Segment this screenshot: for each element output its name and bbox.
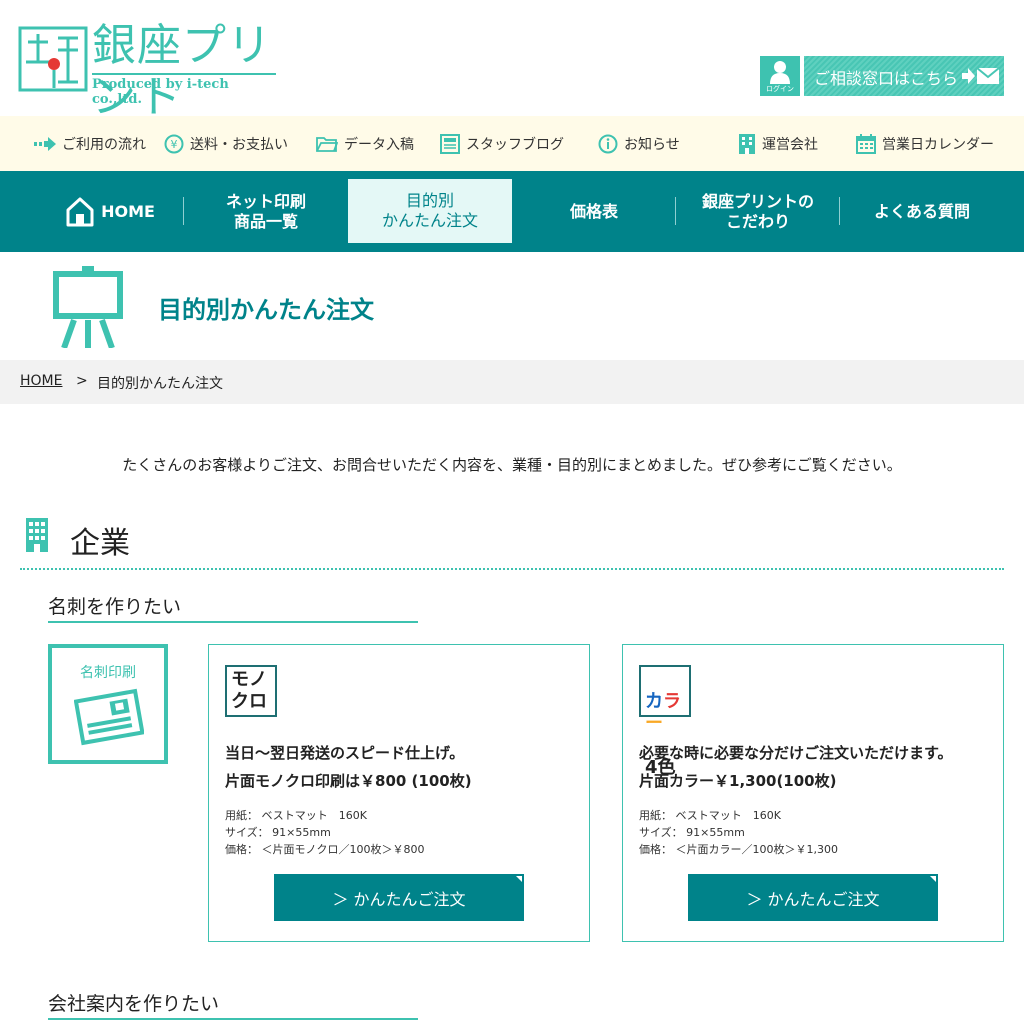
easel-icon xyxy=(53,266,123,348)
nav-label: 価格表 xyxy=(569,201,618,221)
intro-text: たくさんのお客様よりご注文、お問合せいただく内容を、業種・目的別にまとめました。… xyxy=(122,456,902,474)
subsection-title: 会社案内を作りたい xyxy=(48,993,220,1015)
product-headline-line1: 必要な時に必要な分だけご注文いただけます。 xyxy=(639,744,953,762)
utility-nav: ご利用の流れ ¥ 送料・お支払い データ入稿 スタッフブログ お知らせ 運営会社… xyxy=(0,116,1024,172)
breadcrumb-separator: > xyxy=(76,373,88,389)
subnav-label: 営業日カレンダー xyxy=(882,137,994,153)
spec-price: 価格： ＜片面カラー／100枚＞￥1,300 xyxy=(639,843,838,856)
badge-colored-text: カラー xyxy=(645,691,681,734)
user-icon xyxy=(770,61,790,84)
badge-text: モノ クロ xyxy=(231,669,267,712)
logo-text: 銀座プリント xyxy=(92,20,272,123)
subnav-label: お知らせ xyxy=(624,137,680,153)
nav-faq[interactable]: よくある質問 xyxy=(842,171,1002,252)
consult-label: ご相談窓口はこちら xyxy=(814,69,959,88)
subnav-item-news[interactable]: お知らせ xyxy=(598,133,680,155)
subsection-underline xyxy=(48,621,418,623)
spec-paper: 用紙： ベストマット 160K xyxy=(639,809,781,822)
product-card-color: カラー 4色 必要な時に必要な分だけご注文いただけます。 片面カラー￥1,300… xyxy=(622,644,1004,942)
page-title: 目的別かんたん注文 xyxy=(158,296,374,324)
mono-badge: モノ クロ xyxy=(225,665,277,717)
yen-coin-icon: ¥ xyxy=(164,134,184,154)
nav-home[interactable]: HOME xyxy=(40,171,180,252)
subnav-label: 送料・お支払い xyxy=(190,137,288,153)
nav-commitment[interactable]: 銀座プリントの こだわり xyxy=(678,171,838,252)
calendar-icon xyxy=(856,134,876,154)
nav-label: ネット印刷 商品一覧 xyxy=(225,191,306,231)
subnav-item-data[interactable]: データ入稿 xyxy=(316,133,414,155)
subnav-item-blog[interactable]: スタッフブログ xyxy=(440,133,564,155)
svg-text:¥: ¥ xyxy=(171,138,178,151)
product-headline-line2: 片面モノクロ印刷は￥800 (100枚) xyxy=(225,772,472,790)
breadcrumb-home-link[interactable]: HOME xyxy=(20,373,62,389)
subnav-item-calendar[interactable]: 営業日カレンダー xyxy=(856,133,994,155)
product-specs: 用紙： ベストマット 160K サイズ： 91×55mm 価格： ＜片面モノクロ… xyxy=(225,807,425,858)
corner-mark xyxy=(930,876,936,882)
product-headline-line2: 片面カラー￥1,300(100枚) xyxy=(639,772,837,790)
nav-purpose-order[interactable]: 目的別 かんたん注文 xyxy=(348,179,512,243)
nav-label: HOME xyxy=(101,201,155,221)
home-icon xyxy=(66,197,94,226)
product-headline: 当日～翌日発送のスピード仕上げ。 片面モノクロ印刷は￥800 (100枚) xyxy=(225,739,472,795)
product-card-mono: モノ クロ 当日～翌日発送のスピード仕上げ。 片面モノクロ印刷は￥800 (10… xyxy=(208,644,590,942)
nav-label: 目的別 かんたん注文 xyxy=(381,191,478,230)
spec-size: サイズ： 91×55mm xyxy=(225,826,331,839)
product-headline: 必要な時に必要な分だけご注文いただけます。 片面カラー￥1,300(100枚) xyxy=(639,739,953,795)
section-divider xyxy=(20,568,1004,570)
nav-divider xyxy=(183,197,184,225)
info-icon xyxy=(598,134,618,154)
corner-mark xyxy=(516,876,522,882)
arrow-mail-icon xyxy=(962,67,1000,84)
site-header: 銀座プリント Produced by i-tech co.,ltd. ログイン … xyxy=(0,0,1024,123)
building-icon xyxy=(739,134,755,154)
easy-order-button[interactable]: ＞ かんたんご注文 xyxy=(274,874,524,921)
nav-label: 銀座プリントの こだわり xyxy=(701,191,814,231)
login-button[interactable]: ログイン xyxy=(760,56,800,96)
nav-products[interactable]: ネット印刷 商品一覧 xyxy=(186,171,346,252)
order-button-label: ＞ かんたんご注文 xyxy=(746,889,880,909)
breadcrumb-current: 目的別かんたん注文 xyxy=(97,376,223,392)
subsection-title: 名刺を作りたい xyxy=(48,596,182,618)
subnav-label: ご利用の流れ xyxy=(62,137,146,153)
spec-size: サイズ： 91×55mm xyxy=(639,826,745,839)
color-badge: カラー 4色 xyxy=(639,665,691,778)
spec-paper: 用紙： ベストマット 160K xyxy=(225,809,367,822)
subnav-label: 運営会社 xyxy=(762,137,818,153)
category-business-card: 名刺印刷 xyxy=(48,644,168,764)
breadcrumb: HOME > 目的別かんたん注文 xyxy=(0,360,1024,404)
product-headline-line1: 当日～翌日発送のスピード仕上げ。 xyxy=(225,744,465,762)
consult-button[interactable]: ご相談窓口はこちら xyxy=(804,56,1004,96)
blog-icon xyxy=(440,134,460,154)
easy-order-button[interactable]: ＞ かんたんご注文 xyxy=(688,874,938,921)
folder-icon xyxy=(316,137,338,152)
nav-price-list[interactable]: 価格表 xyxy=(514,171,674,252)
arrow-right-icon xyxy=(34,137,56,151)
login-label: ログイン xyxy=(766,85,794,93)
nav-divider xyxy=(675,197,676,225)
business-card-icon xyxy=(74,688,144,746)
subnav-label: スタッフブログ xyxy=(466,137,564,153)
global-nav: HOME ネット印刷 商品一覧 目的別 かんたん注文 価格表 銀座プリントの こ… xyxy=(0,171,1024,252)
logo-tagline: Produced by i-tech co.,ltd. xyxy=(92,77,229,107)
nav-divider xyxy=(839,197,840,225)
nav-label: よくある質問 xyxy=(873,201,970,221)
subnav-item-flow[interactable]: ご利用の流れ xyxy=(34,133,146,155)
site-logo[interactable]: 銀座プリント Produced by i-tech co.,ltd. xyxy=(18,18,280,123)
subnav-label: データ入稿 xyxy=(344,137,414,153)
logo-mark-icon xyxy=(18,26,88,92)
section-title: 企業 xyxy=(70,526,130,561)
subsection-underline xyxy=(48,1018,418,1020)
category-label: 名刺印刷 xyxy=(80,665,136,681)
subnav-item-shipping[interactable]: ¥ 送料・お支払い xyxy=(164,133,288,155)
subnav-item-company[interactable]: 運営会社 xyxy=(738,133,818,155)
logo-underline xyxy=(92,73,276,75)
product-specs: 用紙： ベストマット 160K サイズ： 91×55mm 価格： ＜片面カラー／… xyxy=(639,807,838,858)
building-icon xyxy=(26,518,48,552)
order-button-label: ＞ かんたんご注文 xyxy=(332,889,466,909)
spec-price: 価格： ＜片面モノクロ／100枚＞￥800 xyxy=(225,843,425,856)
